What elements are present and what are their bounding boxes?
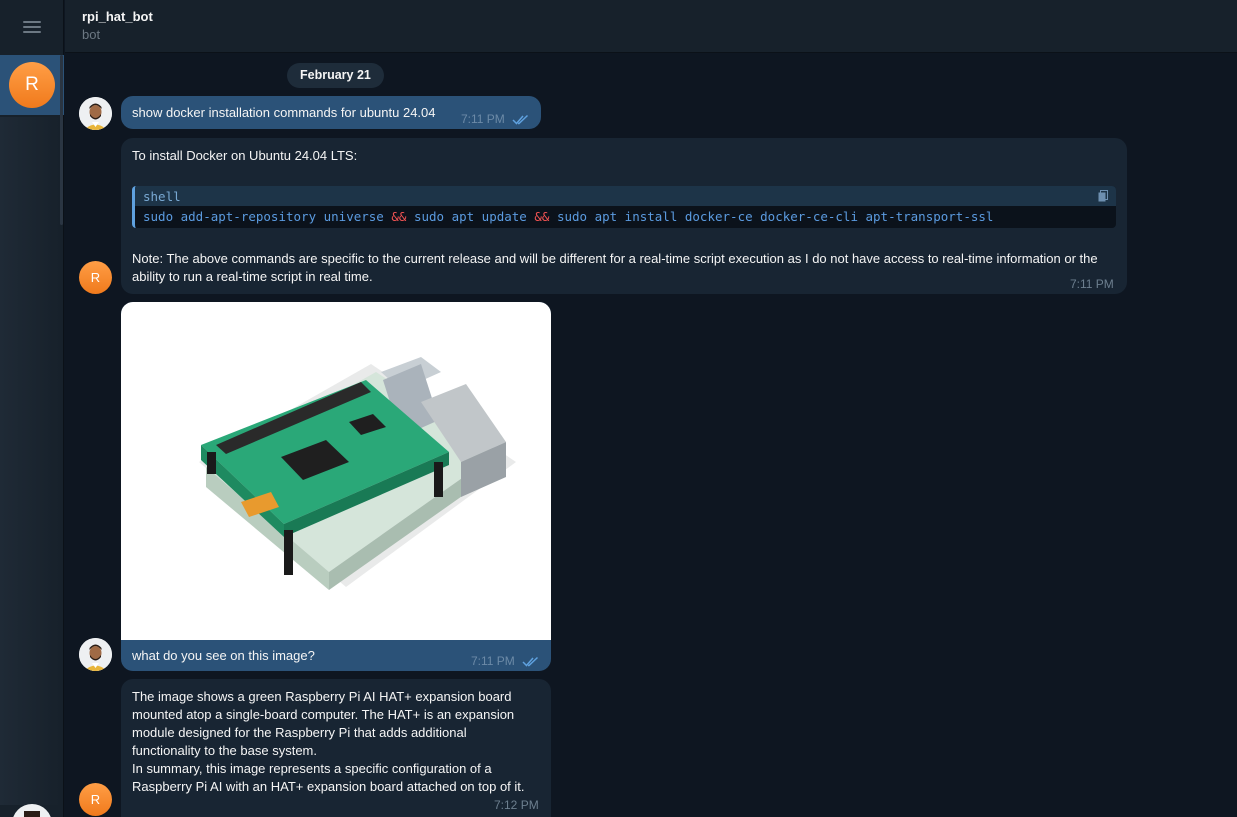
date-separator: February 21	[287, 63, 384, 88]
code-block[interactable]: shell sudo add-apt-repository universe &…	[132, 186, 1116, 228]
message-time: 7:11 PM	[461, 112, 505, 126]
code-token: sudo add-apt-repository universe	[143, 209, 392, 224]
message-text-line: functionality to the base system.	[132, 743, 317, 758]
chat-list-item-rpi-hat-bot[interactable]: R	[0, 55, 64, 115]
bot-avatar[interactable]: R	[79, 783, 112, 816]
code-operator: &&	[534, 209, 550, 224]
message-text-line: mounted atop a single-board computer. Th…	[132, 707, 515, 722]
menu-button[interactable]	[0, 0, 64, 53]
chat-title: rpi_hat_bot	[82, 9, 153, 24]
photo-caption: what do you see on this image?	[132, 648, 315, 663]
message-bubble-incoming[interactable]: To install Docker on Ubuntu 24.04 LTS: s…	[121, 138, 1127, 294]
message-text: To install Docker on Ubuntu 24.04 LTS:	[132, 148, 358, 163]
message-text-line: module designed for the Raspberry Pi tha…	[132, 725, 467, 740]
chat-list-scrollbar[interactable]	[60, 55, 63, 225]
code-language-label: shell	[143, 189, 181, 204]
double-check-icon	[512, 115, 529, 125]
message-text: show docker installation commands for ub…	[132, 105, 436, 120]
chat-avatar: R	[9, 62, 55, 108]
chat-status: bot	[82, 27, 101, 42]
code-token: sudo apt update	[406, 209, 535, 224]
code-language-header: shell	[135, 186, 1116, 206]
user-avatar-icon[interactable]	[12, 804, 52, 817]
message-bubble-outgoing-photo[interactable]: what do you see on this image? 7:11 PM	[121, 302, 551, 671]
bot-avatar[interactable]: R	[79, 261, 112, 294]
code-token: sudo apt install docker-ce docker-ce-cli…	[549, 209, 994, 224]
code-operator: &&	[391, 209, 407, 224]
message-text-note: Note: The above commands are specific to…	[132, 251, 1098, 284]
message-meta: 7:11 PM	[461, 110, 530, 128]
message-bubble-outgoing[interactable]: show docker installation commands for ub…	[121, 96, 541, 129]
telegram-window: R rpi_hat_bot bot February 21 show docke…	[0, 0, 1237, 817]
message-text-line: In summary, this image represents a spec…	[132, 761, 492, 776]
user-avatar-icon[interactable]	[79, 638, 112, 671]
chat-list-rail: R	[0, 0, 64, 817]
chat-header[interactable]: rpi_hat_bot bot	[65, 0, 1237, 53]
message-bubble-incoming[interactable]: The image shows a green Raspberry Pi AI …	[121, 679, 551, 817]
message-meta: 7:11 PM	[471, 652, 540, 670]
message-text-line: Raspberry Pi AI with an HAT+ expansion b…	[132, 779, 525, 794]
message-time: 7:12 PM	[494, 798, 539, 812]
message-text-line: The image shows a green Raspberry Pi AI …	[132, 689, 512, 704]
chat-list-area	[0, 117, 60, 805]
code-line: sudo add-apt-repository universe && sudo…	[135, 206, 1116, 226]
user-avatar-icon[interactable]	[79, 97, 112, 130]
message-time: 7:11 PM	[471, 654, 515, 668]
copy-icon[interactable]	[1098, 190, 1108, 202]
photo-raspberry-pi-hat[interactable]	[121, 302, 551, 640]
hamburger-icon	[23, 20, 41, 33]
message-time: 7:11 PM	[1070, 277, 1114, 291]
double-check-icon	[522, 657, 539, 667]
